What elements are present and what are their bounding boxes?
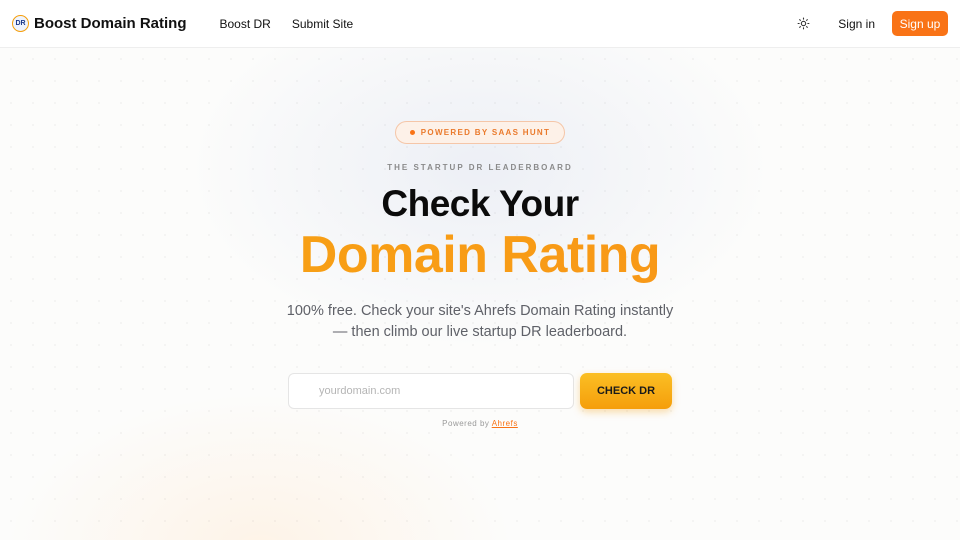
logo-badge-icon: DR [12, 15, 29, 32]
domain-input[interactable] [288, 373, 574, 409]
main-nav: Boost DR Submit Site [220, 17, 354, 31]
powered-by-prefix: Powered by [442, 419, 490, 428]
hero-title-line2: Domain Rating [0, 225, 960, 285]
powered-by-pill: POWERED BY SAAS HUNT [395, 121, 565, 144]
hero-subtitle: 100% free. Check your site's Ahrefs Doma… [286, 303, 674, 340]
logo[interactable]: DR Boost Domain Rating [12, 15, 187, 32]
ahrefs-link[interactable]: Ahrefs [492, 419, 518, 428]
check-dr-button[interactable]: CHECK DR [580, 373, 672, 409]
nav-link-boost-dr[interactable]: Boost DR [220, 17, 271, 31]
pill-dot-icon [409, 130, 415, 135]
domain-check-form: CHECK DR [288, 373, 672, 410]
sun-icon [797, 17, 810, 30]
site-title: Boost Domain Rating [34, 15, 187, 32]
theme-toggle-button[interactable] [792, 13, 814, 35]
eyebrow-text: THE STARTUP DR LEADERBOARD [387, 163, 573, 172]
hero-title-line1: Check Your [381, 183, 579, 224]
sign-up-button[interactable]: Sign up [892, 11, 948, 36]
nav-link-submit-site[interactable]: Submit Site [292, 17, 353, 31]
header-actions: Sign in Sign up [792, 11, 948, 36]
powered-by-note: Powered by Ahrefs [0, 419, 960, 428]
pill-text: POWERED BY SAAS HUNT [420, 128, 551, 137]
hero-section: POWERED BY SAAS HUNT THE STARTUP DR LEAD… [0, 48, 960, 540]
top-navbar: DR Boost Domain Rating Boost DR Submit S… [0, 0, 960, 48]
sign-in-link[interactable]: Sign in [838, 17, 875, 31]
